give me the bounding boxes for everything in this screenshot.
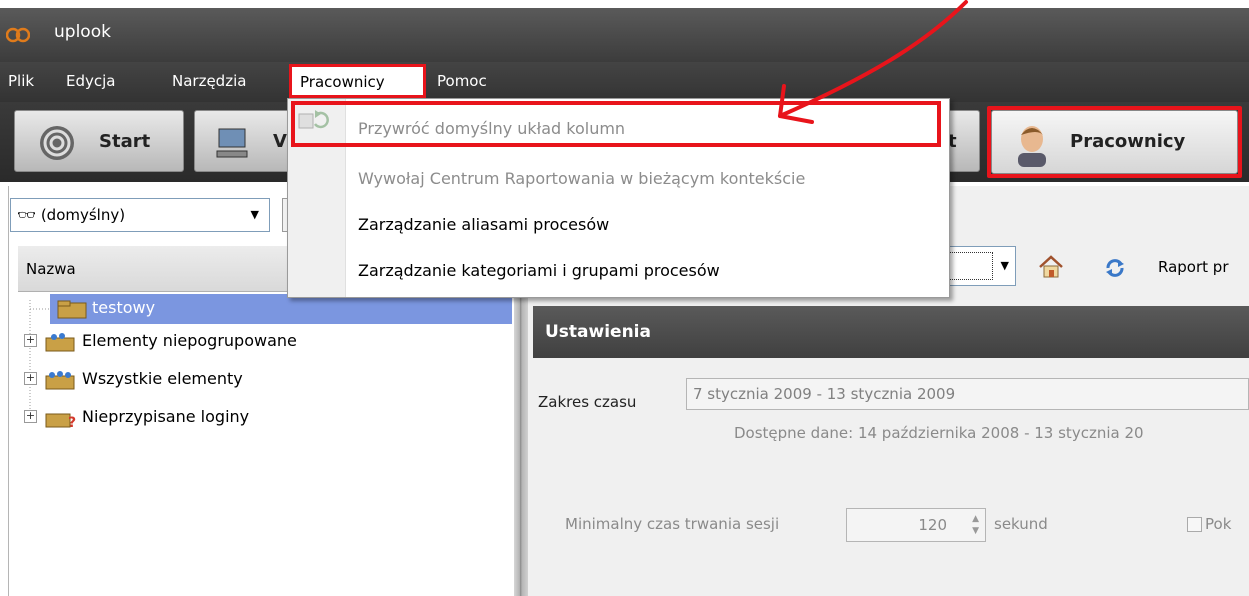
- tree-item-label: Elementy niepogrupowane: [82, 331, 297, 350]
- period-select[interactable]: ▼: [940, 246, 1016, 286]
- tree-item-wszystkie-elementy[interactable]: Wszystkie elementy: [40, 365, 440, 395]
- tree-item-label: testowy: [92, 298, 156, 317]
- available-data-text: Dostępne dane: 14 października 2008 - 13…: [734, 424, 1144, 442]
- menu-edycja[interactable]: Edycja: [66, 72, 115, 90]
- window-title: uplook: [54, 22, 111, 42]
- tree-item-elementy-niepogrupowane[interactable]: Elementy niepogrupowane: [40, 327, 440, 357]
- expand-icon[interactable]: +: [24, 410, 37, 423]
- expand-icon[interactable]: +: [24, 334, 37, 347]
- tree-item-testowy[interactable]: testowy: [50, 294, 512, 324]
- min-session-label: Minimalny czas trwania sesji: [565, 515, 780, 533]
- panel-splitter[interactable]: [514, 290, 528, 596]
- employee-avatar-icon: [1018, 126, 1046, 167]
- computers-label: V: [273, 131, 287, 152]
- menu-item-highlight: [291, 101, 941, 147]
- pracownicy-label: Pracownicy: [1070, 131, 1186, 152]
- pracownicy-button[interactable]: Pracownicy: [991, 110, 1238, 174]
- menu-narzedzia[interactable]: Narzędzia: [172, 72, 246, 90]
- menu-pomoc[interactable]: Pomoc: [437, 72, 487, 90]
- view-select-value: (domyślny): [40, 206, 126, 224]
- expand-icon[interactable]: +: [24, 372, 37, 385]
- start-icon: [40, 126, 74, 160]
- menu-item-process-aliases[interactable]: Zarządzanie aliasami procesów: [358, 215, 609, 234]
- svg-text:?: ?: [68, 415, 76, 428]
- uplook-logo-icon: [6, 27, 30, 43]
- start-button[interactable]: Start: [14, 110, 184, 172]
- group-folder-icon: [45, 333, 75, 352]
- menu-item-report-center[interactable]: Wywołaj Centrum Raportowania w bieżącym …: [358, 169, 805, 188]
- seconds-label: sekund: [994, 515, 1048, 533]
- home-icon[interactable]: [1038, 254, 1064, 280]
- folder-icon: [57, 300, 87, 319]
- chevron-down-icon: ▼: [250, 208, 259, 221]
- refresh-icon[interactable]: [1104, 258, 1126, 278]
- time-range-label: Zakres czasu: [538, 393, 637, 411]
- settings-header: Ustawienia: [533, 306, 1249, 358]
- checkbox-label: Pok: [1205, 515, 1232, 533]
- start-label: Start: [99, 131, 151, 152]
- spin-arrows-icon[interactable]: ▲ ▼: [972, 513, 979, 537]
- tree-item-nieprzypisane-loginy[interactable]: ? Nieprzypisane loginy: [40, 403, 440, 433]
- glasses-icon: 👓︎: [17, 206, 37, 224]
- view-select[interactable]: 👓︎ (domyślny) ▼: [10, 198, 270, 232]
- menu-pracownicy[interactable]: Pracownicy: [289, 64, 426, 98]
- min-session-stepper[interactable]: 120 ▲ ▼: [846, 508, 986, 542]
- computers-button[interactable]: V: [194, 110, 294, 172]
- menu-plik[interactable]: Plik: [8, 72, 34, 90]
- menu-item-process-categories[interactable]: Zarządzanie kategoriami i grupami proces…: [358, 261, 720, 280]
- report-button[interactable]: Raport pr: [1158, 258, 1229, 276]
- title-bar: uplook: [0, 8, 1249, 62]
- unknown-folder-icon: ?: [45, 413, 76, 428]
- show-checkbox[interactable]: [1187, 517, 1202, 532]
- group-folder-icon: [45, 371, 75, 390]
- period-select-focus: [945, 252, 993, 280]
- menu-bar: Plik Edycja Narzędzia Pomoc: [0, 62, 1249, 102]
- computer-icon: [216, 128, 248, 158]
- tree-item-label: Wszystkie elementy: [82, 369, 243, 388]
- min-session-value: 120: [918, 516, 947, 534]
- time-range-field[interactable]: 7 stycznia 2009 - 13 stycznia 2009: [686, 378, 1249, 410]
- chevron-down-icon: ▼: [1000, 259, 1009, 272]
- tree-item-label: Nieprzypisane loginy: [82, 407, 250, 426]
